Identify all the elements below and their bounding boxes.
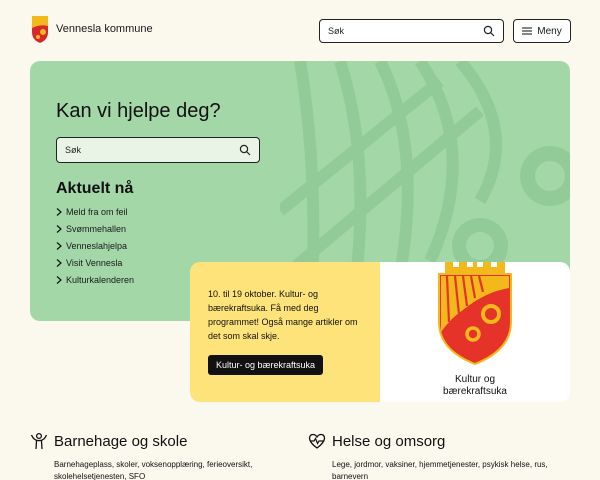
hero-title: Kan vi hjelpe deg? [56,100,221,122]
site-header: Vennesla kommune Meny [0,0,600,58]
chevron-right-icon [56,258,62,267]
coat-of-arms-icon [32,16,48,43]
search-icon[interactable] [483,25,495,37]
header-search-input[interactable] [328,26,483,36]
feature-text-panel: 10. til 19 oktober. Kultur- og bærekraft… [190,262,380,402]
feature-image: Kultur og bærekraftsuka [380,262,570,402]
menu-label: Meny [537,25,562,37]
category-heading: Helse og omsorg [308,432,567,450]
caption-line: bærekraftsuka [443,386,507,397]
news-link-label: Meld fra om feil [66,206,128,217]
header-search[interactable] [319,19,504,43]
hero-search-input[interactable] [65,145,239,155]
menu-button[interactable]: Meny [513,19,571,43]
chevron-right-icon [56,275,62,284]
feature-card: 10. til 19 oktober. Kultur- og bærekraft… [190,262,570,402]
news-list: Meld fra om feil Svømmehallen Venneslahj… [56,203,134,288]
category-title: Barnehage og skole [54,432,188,450]
news-link[interactable]: Meld fra om feil [56,203,134,220]
hero-search[interactable] [56,137,260,163]
news-heading: Aktuelt nå [56,180,134,197]
news-link-label: Venneslahjelpa [66,240,128,251]
category-description: Barnehageplass, skoler, voksenopplæring,… [54,460,253,480]
search-icon[interactable] [239,144,251,156]
news-link-label: Kulturkalenderen [66,274,135,285]
feature-button[interactable]: Kultur- og bærekraftsuka [208,355,324,375]
news-link-label: Svømmehallen [66,223,127,234]
category-card[interactable]: Barnehage og skole Barnehageplass, skole… [30,432,289,480]
category-description: Lege, jordmor, vaksiner, hjemmetjenester… [332,460,548,480]
coat-of-arms-illustration [438,262,512,366]
news-link[interactable]: Kulturkalenderen [56,271,134,288]
feature-description: 10. til 19 oktober. Kultur- og bærekraft… [208,289,358,341]
child-icon [30,432,48,450]
chevron-right-icon [56,207,62,216]
news-link-label: Visit Vennesla [66,257,123,268]
feature-caption: Kultur og bærekraftsuka [380,374,570,398]
site-logo[interactable]: Vennesla kommune [30,14,153,44]
category-heading: Barnehage og skole [30,432,289,450]
news-link[interactable]: Visit Vennesla [56,254,134,271]
caption-line: Kultur og [454,374,496,385]
category-card[interactable]: Helse og omsorg Lege, jordmor, vaksiner,… [308,432,567,480]
hamburger-icon [522,27,533,35]
site-name: Vennesla kommune [56,23,153,35]
news-link[interactable]: Svømmehallen [56,220,134,237]
category-title: Helse og omsorg [332,432,446,450]
chevron-right-icon [56,224,62,233]
news-link[interactable]: Venneslahjelpa [56,237,134,254]
heartbeat-icon [308,433,326,449]
chevron-right-icon [56,241,62,250]
